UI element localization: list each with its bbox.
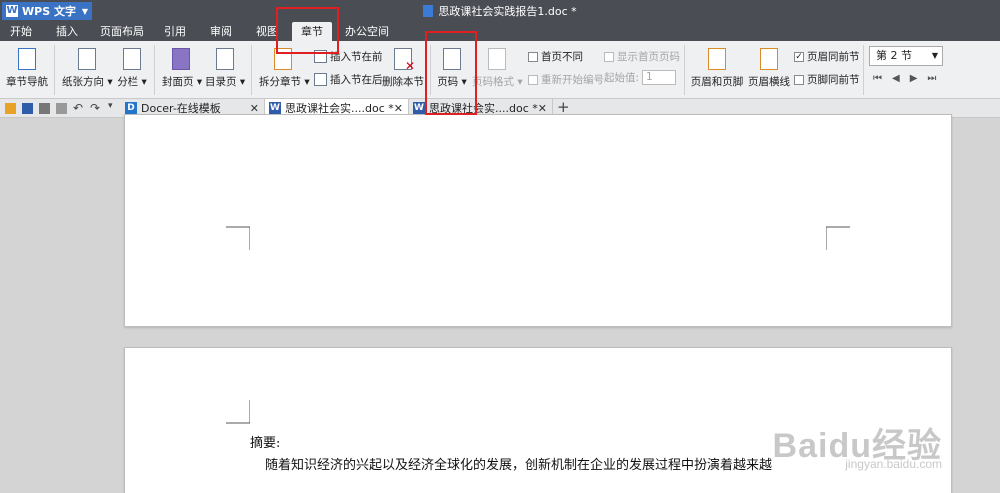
insert-section-after-button[interactable]: 插入节在后 <box>314 72 383 87</box>
toc-page-icon <box>216 48 234 70</box>
first-page-different-checkbox[interactable]: 首页不同 <box>528 49 583 64</box>
ribbon-separator <box>154 45 155 95</box>
highlight-page-number-button <box>425 31 477 115</box>
customize-toolbar-icon[interactable]: ▾ <box>108 101 119 112</box>
header-same-prev-checkbox[interactable]: ✓ 页眉同前节 <box>794 49 860 64</box>
checkbox-icon <box>794 74 804 85</box>
save-icon[interactable] <box>22 103 33 114</box>
first-section-icon[interactable]: ⏮ <box>873 73 882 84</box>
tab-references[interactable]: 引用 <box>158 22 192 41</box>
ribbon-tabs: 开始 插入 页面布局 引用 审阅 视图 章节 办公空间 <box>0 22 1000 41</box>
chevron-down-icon: ▼ <box>931 51 938 60</box>
page-number-format-icon <box>488 48 506 70</box>
insert-section-after-icon <box>314 73 327 86</box>
restart-numbering-checkbox[interactable]: 重新开始编号 <box>528 72 604 87</box>
ribbon-separator <box>54 45 55 95</box>
paper-orientation-icon <box>78 48 96 70</box>
title-bar: W WPS 文字 ▼ 思政课社会实践报告1.doc * <box>0 0 1000 22</box>
abstract-heading: 摘要: <box>250 436 281 451</box>
abstract-paragraph: 随着知识经济的兴起以及经济全球化的发展，创新机制在企业的发展过程中扮演着越来越 <box>265 458 773 473</box>
chapter-nav-button[interactable]: 章节导航 <box>6 48 48 89</box>
tab-page-layout[interactable]: 页面布局 <box>96 22 148 41</box>
crop-mark-top-left <box>226 400 250 424</box>
tab-home[interactable]: 开始 <box>4 22 38 41</box>
highlight-chapter-tab <box>276 7 339 54</box>
tab-review[interactable]: 审阅 <box>204 22 238 41</box>
checkbox-icon <box>528 74 538 85</box>
header-line-icon <box>760 48 778 70</box>
header-footer-button[interactable]: 页眉和页脚 <box>690 48 744 89</box>
page-number-format-button[interactable]: 页码格式 ▾ <box>472 48 523 89</box>
window-title: 思政课社会实践报告1.doc * <box>0 3 1000 19</box>
header-footer-icon <box>708 48 726 70</box>
paper-orientation-button[interactable]: 纸张方向 ▾ <box>62 48 113 89</box>
section-select[interactable]: 第 2 节 ▼ <box>869 46 943 66</box>
crop-mark-top-left <box>226 226 250 250</box>
start-value-field: 起始值: 1 <box>604 70 677 85</box>
prev-section-icon[interactable]: ◀ <box>892 73 900 84</box>
chapter-nav-icon <box>18 48 36 70</box>
toc-page-button[interactable]: 目录页 ▾ <box>205 48 245 89</box>
next-section-icon[interactable]: ▶ <box>910 73 918 84</box>
document-icon <box>423 5 434 17</box>
columns-icon <box>123 48 141 70</box>
word-doc-icon: W <box>269 102 281 114</box>
show-first-page-number-checkbox[interactable]: 显示首页页码 <box>604 49 680 64</box>
columns-button[interactable]: 分栏 ▾ <box>116 48 148 89</box>
tab-office-space[interactable]: 办公空间 <box>340 22 394 41</box>
header-line-button[interactable]: 页眉横线 <box>747 48 791 89</box>
ribbon-separator <box>863 45 864 95</box>
checkbox-icon <box>604 51 614 62</box>
redo-icon[interactable]: ↷ <box>90 101 101 115</box>
last-section-icon[interactable]: ⏭ <box>927 73 936 84</box>
print-icon[interactable] <box>39 103 50 114</box>
watermark-url: jingyan.baidu.com <box>845 457 942 471</box>
open-icon[interactable] <box>5 103 16 114</box>
section-nav: ⏮ ◀ ▶ ⏭ <box>873 73 936 84</box>
start-value-input[interactable]: 1 <box>642 70 677 85</box>
cover-page-icon <box>172 48 190 70</box>
undo-icon[interactable]: ↶ <box>73 101 84 115</box>
ribbon-separator <box>251 45 252 95</box>
crop-mark-top-right <box>826 226 850 250</box>
ribbon-chapter: 章节导航 纸张方向 ▾ 分栏 ▾ 封面页 ▾ 目录页 ▾ 拆分章节 ▾ 插入节在… <box>0 41 1000 99</box>
page-1[interactable] <box>124 114 952 327</box>
delete-section-icon: ✕ <box>394 48 415 73</box>
print-preview-icon[interactable] <box>56 103 67 114</box>
cover-page-button[interactable]: 封面页 ▾ <box>162 48 202 89</box>
tab-insert[interactable]: 插入 <box>48 22 86 41</box>
ribbon-separator <box>684 45 685 95</box>
delete-section-button[interactable]: ✕ 删除本节 <box>382 48 424 89</box>
checkbox-checked-icon: ✓ <box>794 51 804 62</box>
word-doc-icon: W <box>413 102 425 114</box>
footer-same-prev-checkbox[interactable]: 页脚同前节 <box>794 72 860 87</box>
docer-icon: D <box>125 102 137 114</box>
checkbox-icon <box>528 51 538 62</box>
split-chapter-button[interactable]: 拆分章节 ▾ <box>259 48 310 89</box>
